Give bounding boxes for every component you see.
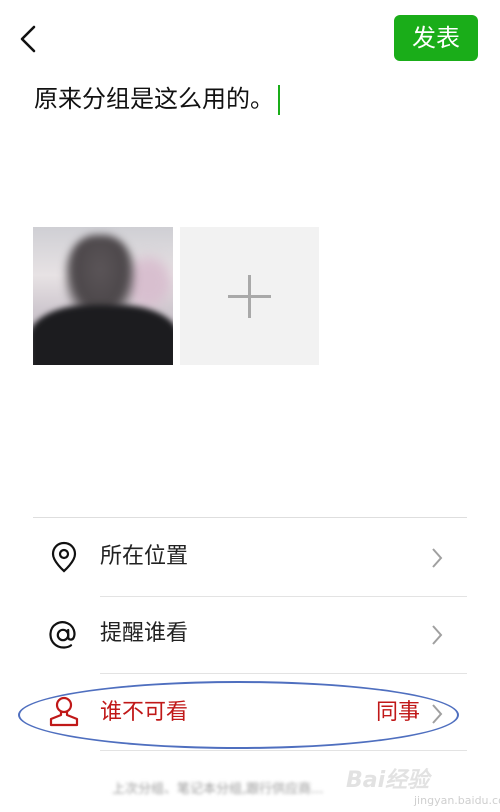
watermark-url: jingyan.baidu.com	[414, 794, 500, 807]
location-label: 所在位置	[100, 544, 189, 569]
chevron-left-icon	[20, 25, 36, 53]
add-photo-button[interactable]	[180, 227, 319, 365]
post-text: 原来分组是这么用的。	[34, 85, 274, 113]
chevron-right-icon	[432, 625, 443, 645]
back-button[interactable]	[14, 24, 44, 54]
location-pin-icon	[51, 541, 77, 573]
at-sign-icon	[49, 621, 76, 649]
annotation-ellipse	[18, 681, 459, 749]
remind-who-label: 提醒谁看	[100, 621, 189, 646]
publish-button[interactable]: 发表	[394, 15, 478, 61]
post-text-input[interactable]: 原来分组是这么用的。	[34, 80, 280, 118]
footer-hint: 上次分组、笔记本分组,跟行供应商...	[112, 782, 324, 797]
location-row[interactable]: 所在位置	[33, 520, 467, 596]
text-cursor	[278, 85, 280, 115]
divider	[33, 517, 467, 518]
remind-who-row[interactable]: 提醒谁看	[33, 597, 467, 673]
chevron-right-icon	[432, 548, 443, 568]
watermark-logo: Bai经验	[346, 768, 430, 793]
divider	[100, 750, 467, 751]
attached-photo[interactable]	[33, 227, 173, 365]
